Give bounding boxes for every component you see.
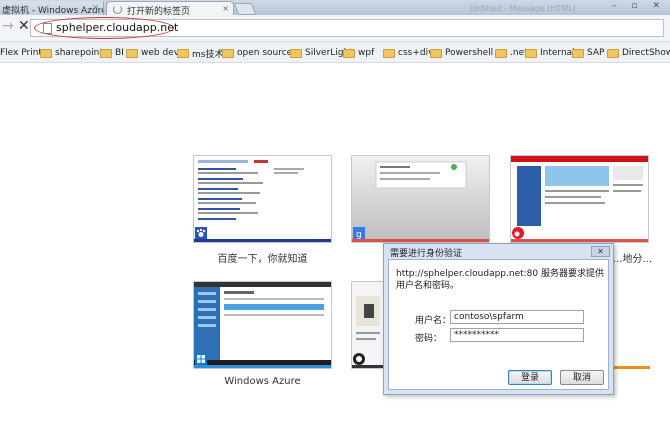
bookmark-label: web dev bbox=[141, 48, 180, 58]
thumbnail-windows-azure[interactable] bbox=[193, 281, 332, 369]
page-icon bbox=[43, 23, 52, 34]
thumbnail-accent-bar bbox=[511, 239, 648, 242]
background-window-title: Untitled - Message (HTML) bbox=[470, 4, 576, 13]
thumbnail-baidu[interactable] bbox=[193, 155, 332, 243]
weibo-icon bbox=[512, 227, 524, 239]
thumbnail-google[interactable]: g bbox=[351, 155, 490, 243]
baidu-page-preview bbox=[198, 160, 304, 220]
tab-close-icon[interactable]: × bbox=[222, 4, 229, 13]
thumbnail-github[interactable] bbox=[351, 281, 385, 369]
auth-message: http://sphelper.cloudapp.net:80 服务器要求提供用… bbox=[396, 269, 604, 291]
bookmark-label: DirectShow bbox=[622, 48, 670, 58]
folder-icon bbox=[430, 48, 442, 58]
dialog-close-icon[interactable]: ✕ bbox=[591, 246, 610, 257]
thumbnail-accent-bar bbox=[352, 365, 384, 368]
bookmark-item[interactable]: web dev bbox=[126, 46, 179, 60]
cancel-button[interactable]: 取消 bbox=[560, 370, 604, 385]
bookmark-item[interactable]: DirectShow bbox=[607, 46, 670, 60]
forward-arrow-icon[interactable]: → bbox=[2, 18, 14, 34]
bookmark-item[interactable]: .net bbox=[495, 46, 528, 60]
bookmark-label: open source bbox=[237, 48, 293, 58]
thumbnail-accent-bar bbox=[352, 239, 489, 242]
folder-icon bbox=[177, 48, 189, 58]
folder-icon bbox=[343, 48, 355, 58]
thumbnail-label[interactable]: 百度一下，你就知道 bbox=[193, 250, 332, 265]
windows-logo-icon bbox=[195, 353, 207, 365]
username-field[interactable]: contoso\spfarm bbox=[450, 310, 584, 324]
password-field[interactable]: ********** bbox=[450, 328, 584, 342]
bookmark-label: Flex Print bbox=[0, 48, 42, 58]
folder-icon bbox=[607, 48, 619, 58]
folder-icon bbox=[290, 48, 302, 58]
thumbnail-label[interactable]: Windows Azure bbox=[193, 376, 332, 387]
window-controls[interactable]: – ▫ ✕ bbox=[612, 1, 666, 11]
tab-azure[interactable]: 虚拟机 - Windows Azure × bbox=[0, 1, 104, 15]
weibo-page-preview bbox=[511, 156, 648, 226]
bookmark-item[interactable]: ms技术 bbox=[177, 46, 223, 60]
bookmark-label: ms技术 bbox=[192, 49, 224, 60]
folder-icon bbox=[100, 48, 112, 58]
tab-label: 虚拟机 - Windows Azure bbox=[2, 6, 104, 15]
bookmark-item[interactable]: Powershell bbox=[430, 46, 493, 60]
stop-icon[interactable]: ✕ bbox=[18, 18, 30, 34]
tab-new-tab[interactable]: 打开新的标签页 × bbox=[106, 1, 234, 15]
google-icon: g bbox=[353, 227, 365, 239]
google-page-preview bbox=[375, 161, 467, 189]
folder-icon bbox=[40, 48, 52, 58]
folder-icon bbox=[495, 48, 507, 58]
username-label: 用户名： bbox=[415, 316, 452, 326]
bookmark-label: wpf bbox=[358, 48, 375, 58]
folder-icon bbox=[572, 48, 584, 58]
folder-icon bbox=[126, 48, 138, 58]
bookmark-label: BI bbox=[115, 48, 124, 58]
bookmark-item[interactable]: Internal bbox=[525, 46, 575, 60]
tab-label: 打开新的标签页 bbox=[127, 7, 191, 15]
folder-icon bbox=[525, 48, 537, 58]
tab-close-icon[interactable]: × bbox=[92, 3, 99, 12]
github-octocat-icon bbox=[353, 353, 365, 365]
dialog-title: 需要进行身份验证 bbox=[390, 249, 463, 259]
password-label: 密码： bbox=[415, 334, 443, 344]
bookmark-label: Powershell bbox=[445, 48, 494, 58]
loading-spinner-icon bbox=[113, 5, 122, 14]
thumbnail-accent-bar bbox=[194, 365, 331, 368]
folder-icon bbox=[383, 48, 395, 58]
thumbnail-accent-bar bbox=[612, 366, 650, 369]
bookmark-item[interactable]: open source bbox=[222, 46, 292, 60]
bookmark-label: SAP bbox=[587, 48, 605, 58]
folder-icon bbox=[222, 48, 234, 58]
thumbnail-weibo[interactable] bbox=[510, 155, 649, 243]
bookmark-label: sharepoint bbox=[55, 48, 103, 58]
bookmark-label: css+div bbox=[398, 48, 434, 58]
bookmark-item[interactable]: Flex Print bbox=[0, 46, 42, 60]
bookmark-item[interactable]: sharepoint bbox=[40, 46, 103, 60]
bookmark-item[interactable]: css+div bbox=[383, 46, 433, 60]
bookmark-item[interactable]: wpf bbox=[343, 46, 374, 60]
svg-text:g: g bbox=[356, 230, 362, 239]
address-url[interactable]: sphelper.cloudapp.net bbox=[56, 21, 178, 34]
login-button[interactable]: 登录 bbox=[508, 370, 552, 385]
azure-portal-preview bbox=[194, 282, 331, 368]
thumbnail-accent-bar bbox=[194, 239, 331, 242]
bookmark-label: Internal bbox=[540, 48, 575, 58]
bookmark-item[interactable]: BI bbox=[100, 46, 124, 60]
new-tab-button[interactable] bbox=[233, 3, 257, 15]
bookmark-item[interactable]: SAP bbox=[572, 46, 604, 60]
baidu-paw-icon bbox=[195, 227, 207, 239]
